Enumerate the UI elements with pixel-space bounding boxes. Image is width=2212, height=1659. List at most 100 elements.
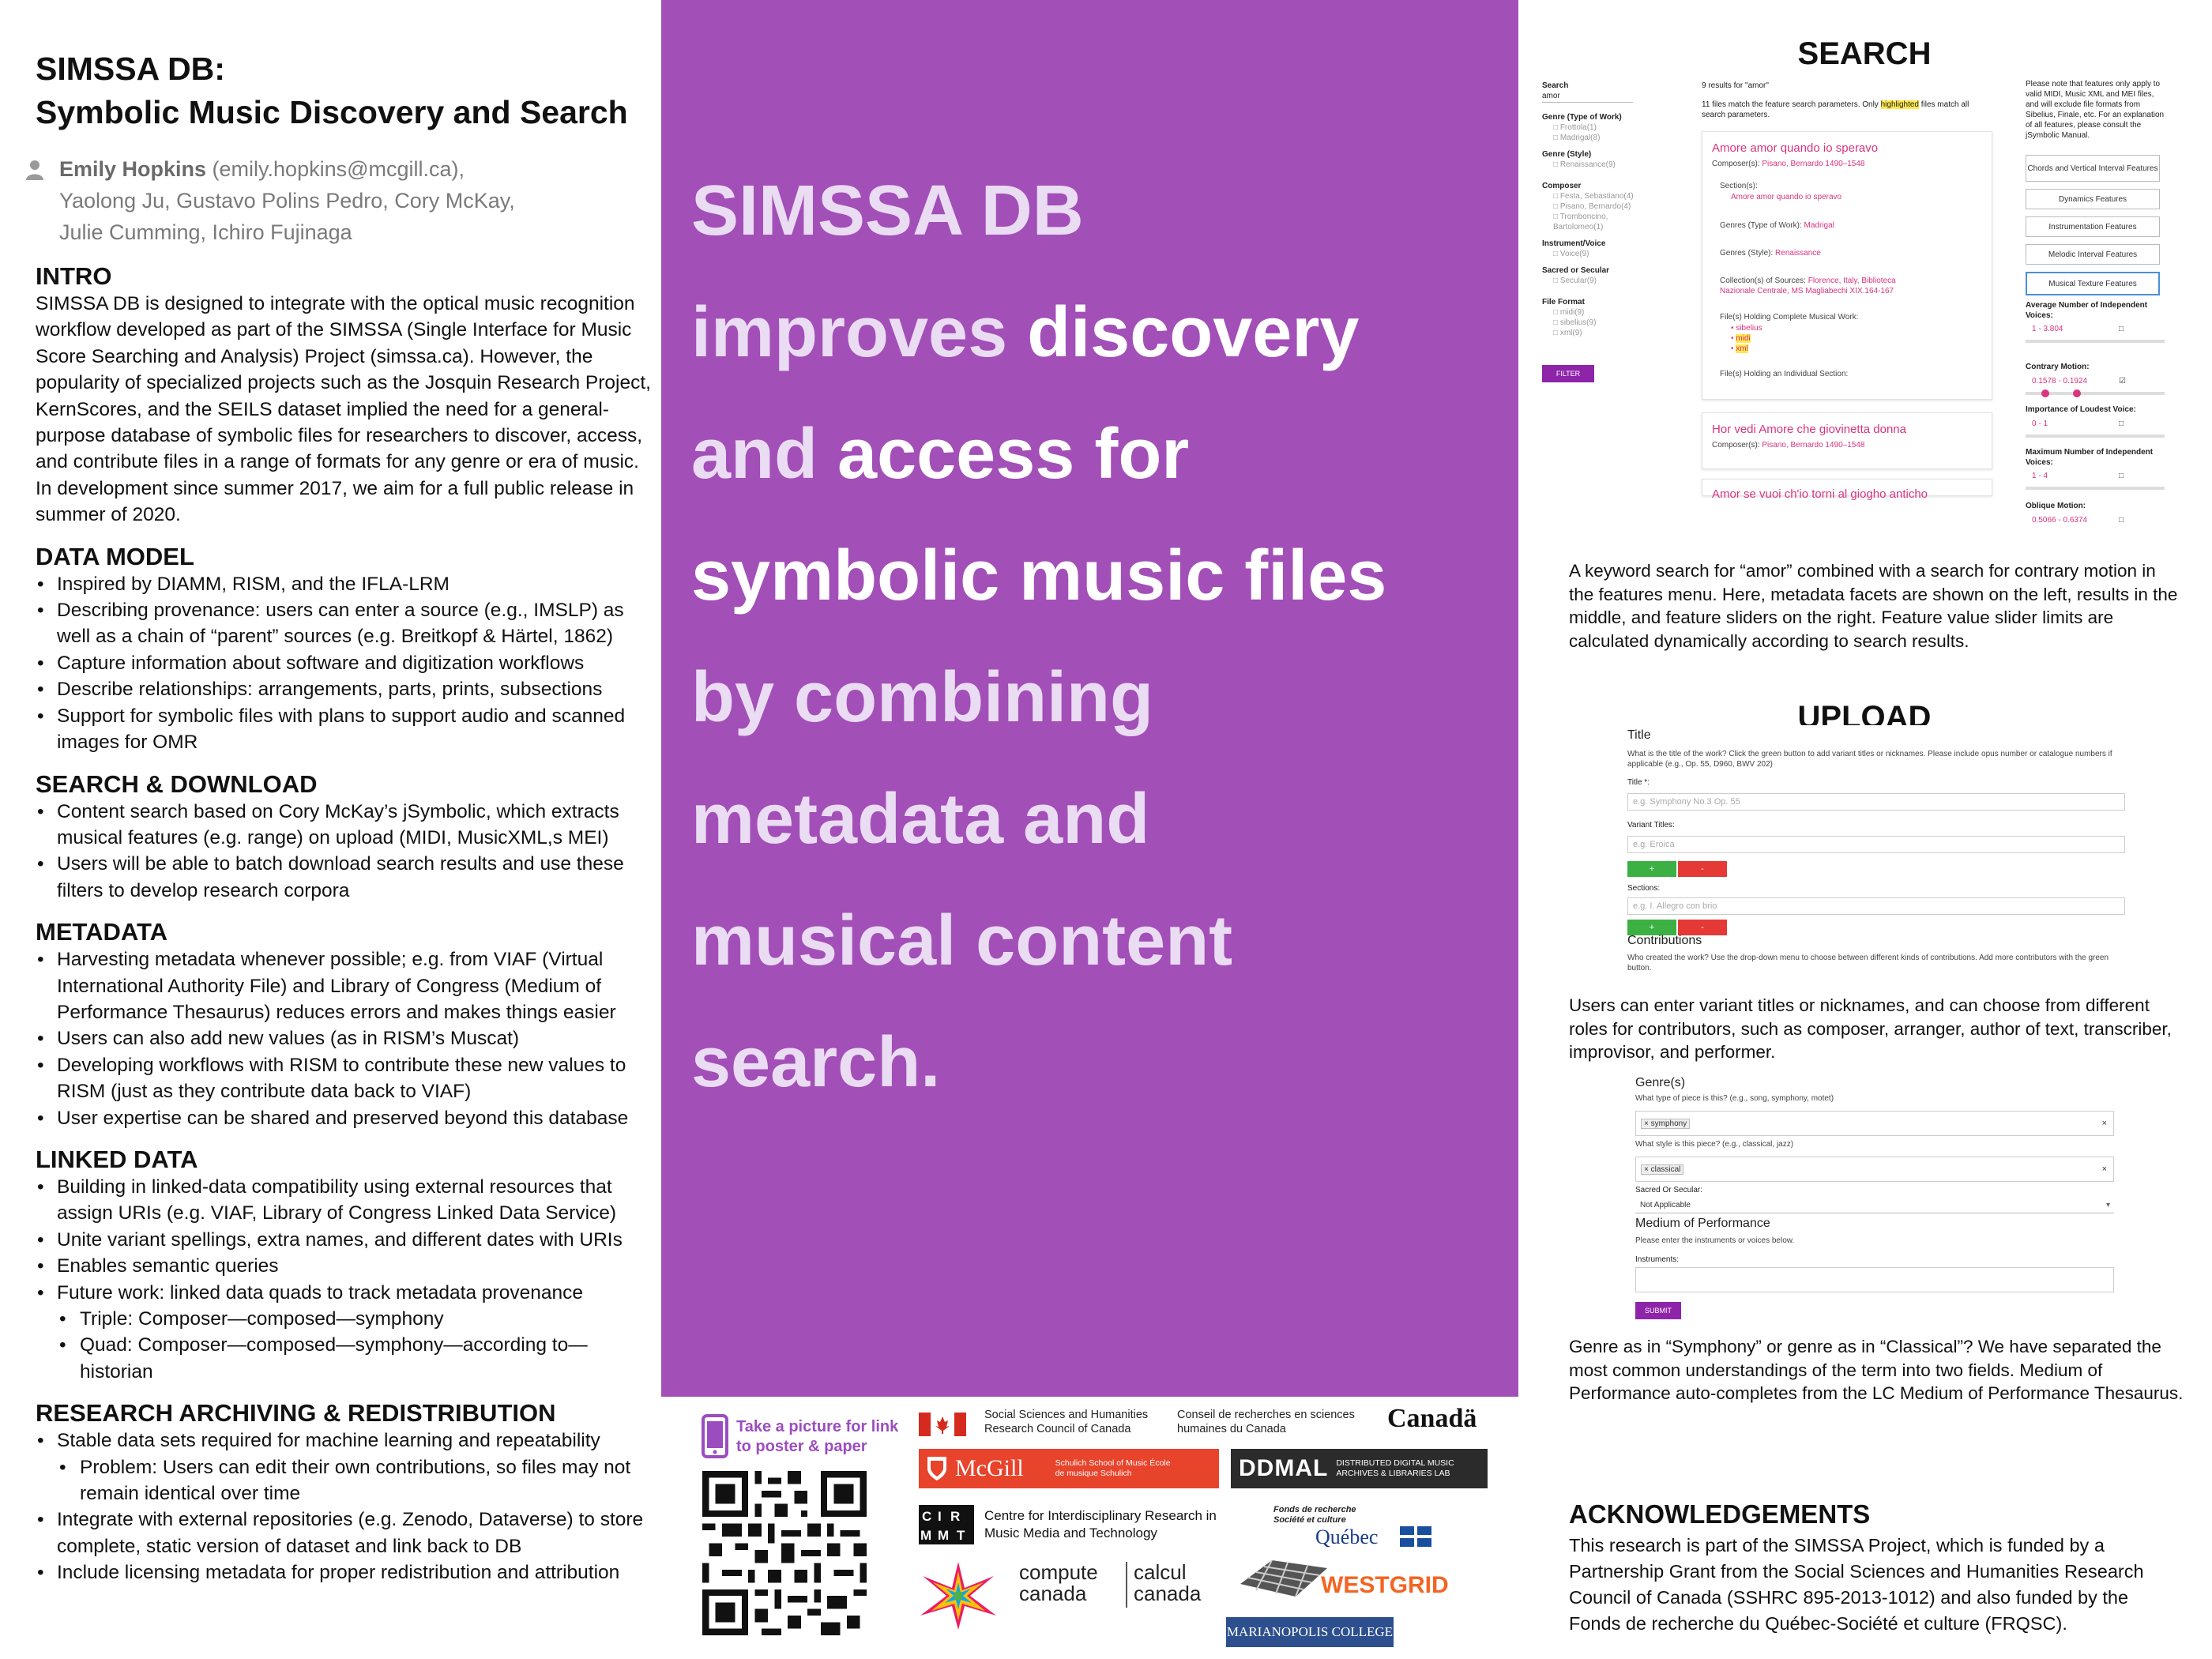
feature-slider[interactable]: [2026, 487, 2165, 490]
remove-variant-button[interactable]: -: [1678, 861, 1727, 877]
instruments-input[interactable]: [1635, 1267, 2114, 1292]
results-note: 11 files match the feature search parame…: [1702, 100, 1986, 120]
file-link[interactable]: sibelius: [1736, 324, 1762, 333]
result-composer[interactable]: Pisano, Bernardo 1490–1548: [1762, 441, 1864, 450]
checkbox-checked[interactable]: ☑: [2119, 376, 2126, 386]
result-title[interactable]: Hor vedi Amore che giovinetta donna: [1712, 423, 1906, 436]
list-item: Inspired by DIAMM, RISM, and the IFLA-LR…: [36, 571, 652, 598]
facet-option[interactable]: sibelius(9): [1560, 318, 1597, 327]
field-label: Composer(s):: [1712, 441, 1760, 450]
feature-slider[interactable]: [2026, 389, 2165, 397]
result-style[interactable]: Renaissance: [1775, 249, 1821, 258]
clear-icon[interactable]: ×: [2102, 1164, 2107, 1174]
list-item: Stable data sets required for machine le…: [36, 1428, 652, 1454]
chevron-down-icon[interactable]: ▾: [2106, 1201, 2110, 1209]
facet-option[interactable]: Voice(9): [1560, 250, 1589, 258]
variant-title-input[interactable]: e.g. Eroica: [1627, 836, 2125, 853]
clear-icon[interactable]: ×: [2102, 1119, 2107, 1128]
svg-text:M: M: [920, 1528, 931, 1543]
facet-option[interactable]: Frottola(1): [1560, 123, 1597, 132]
genre-tag[interactable]: × classical: [1641, 1164, 1684, 1175]
add-section-button[interactable]: +: [1627, 920, 1676, 935]
facet-heading: Instrument/Voice: [1542, 239, 1606, 248]
form-help: Please enter the instruments or voices b…: [1635, 1236, 1795, 1245]
field-label: Sections:: [1627, 884, 1661, 893]
genre-tag[interactable]: × symphony: [1641, 1118, 1691, 1129]
form-section-title: Title: [1627, 728, 1651, 742]
ddmal-logo: DDMAL DISTRIBUTED DIGITAL MUSIC ARCHIVES…: [1231, 1449, 1488, 1488]
facet-option[interactable]: Festa, Sebastiano(4): [1560, 192, 1634, 201]
phone-icon: [702, 1414, 728, 1458]
svg-text:T: T: [957, 1528, 965, 1543]
facet-option[interactable]: Renaissance(9): [1560, 160, 1616, 169]
feature-category-button[interactable]: Chords and Vertical Interval Features: [2026, 155, 2160, 182]
title-input[interactable]: e.g. Symphony No.3 Op. 55: [1627, 793, 2125, 811]
remove-section-button[interactable]: -: [1678, 920, 1727, 935]
result-card[interactable]: Hor vedi Amore che giovinetta donna Comp…: [1702, 412, 1992, 469]
facet-heading: File Format: [1542, 298, 1585, 307]
upload-caption-2: Genre as in “Symphony” or genre as in “C…: [1569, 1337, 2184, 1403]
sub-list-item: Triple: Composer—composed—symphony: [36, 1306, 652, 1333]
feature-category-button[interactable]: Melodic Interval Features: [2026, 244, 2160, 265]
add-variant-button[interactable]: +: [1627, 861, 1676, 877]
genre-type-input[interactable]: × symphony ×: [1635, 1111, 2114, 1136]
feature-slider[interactable]: [2026, 434, 2165, 438]
facet-option[interactable]: midi(9): [1560, 308, 1585, 317]
facet-option[interactable]: Secular(9): [1560, 276, 1597, 285]
checkbox[interactable]: □: [2119, 471, 2124, 481]
search-input[interactable]: amor: [1542, 92, 1633, 103]
linked-data-list: Building in linked-data compatibility us…: [36, 1174, 652, 1385]
key-message-emphasis: access for: [837, 415, 1190, 494]
genre-style-input[interactable]: × classical ×: [1635, 1157, 2114, 1182]
field-label: File(s) Holding Complete Musical Work:: [1720, 313, 1859, 322]
sacred-secular-select[interactable]: Not Applicable: [1635, 1198, 2114, 1213]
search-screenshot: Search amor Genre (Type of Work) □ Frott…: [1542, 76, 2166, 525]
field-label: Collection(s) of Sources:: [1720, 276, 1806, 285]
key-message-line: SIMSSA DB: [691, 171, 1084, 250]
ack-text: This research is part of the SIMSSA Proj…: [1569, 1535, 2144, 1634]
facet-option[interactable]: Tromboncino, Bartolomeo(1): [1553, 213, 1608, 231]
sshrc-logo-en: Social Sciences and Humanities Research …: [984, 1409, 1149, 1435]
file-link[interactable]: xml: [1736, 344, 1748, 353]
westgrid-grid-icon: [1240, 1560, 1327, 1597]
list-item: Users can also add new values (as in RIS…: [36, 1025, 652, 1052]
checkbox[interactable]: □: [2119, 324, 2124, 334]
list-item: User expertise can be shared and preserv…: [36, 1105, 652, 1132]
ack-heading: ACKNOWLEDGEMENTS: [1569, 1499, 1871, 1529]
result-composer[interactable]: Pisano, Bernardo 1490–1548: [1762, 160, 1864, 168]
sections-input[interactable]: e.g. I. Allegro con brio: [1627, 897, 2125, 915]
facet-heading: Genre (Style): [1542, 150, 1592, 159]
lead-author-email: (emily.hopkins@mcgill.ca),: [206, 157, 465, 181]
feature-category-button[interactable]: Instrumentation Features: [2026, 216, 2160, 237]
facet-option[interactable]: Madrigal(8): [1560, 134, 1601, 142]
key-message: SIMSSA DB improves discovery and access …: [691, 150, 1505, 1123]
westgrid-wordmark: WESTGRID: [1321, 1572, 1449, 1598]
upload-caption-1: Users can enter variant titles or nickna…: [1569, 995, 2172, 1062]
result-genre[interactable]: Madrigal: [1804, 221, 1834, 230]
form-help: Who created the work? Use the drop-down …: [1627, 954, 2109, 972]
sshrc-logo-fr: Conseil de recherches en sciences humain…: [1177, 1409, 1355, 1435]
filter-button[interactable]: FILTER: [1542, 365, 1594, 382]
checkbox[interactable]: □: [2119, 419, 2124, 429]
feature-category-button[interactable]: Dynamics Features: [2026, 189, 2160, 209]
submit-button[interactable]: SUBMIT: [1635, 1302, 1681, 1319]
svg-text:I: I: [938, 1509, 942, 1524]
facet-option[interactable]: xml(9): [1560, 329, 1582, 337]
slider-label: Importance of Loudest Voice:: [2026, 405, 2136, 414]
result-card[interactable]: Amore amor quando io speravo Composer(s)…: [1702, 131, 1992, 400]
form-section-title: Genre(s): [1635, 1076, 1686, 1089]
list-item: Users will be able to batch download sea…: [36, 851, 652, 904]
result-title[interactable]: Amor se vuoi ch'io torni al giogho antic…: [1712, 487, 1928, 501]
linked-data-heading: LINKED DATA: [36, 1145, 198, 1173]
feature-category-button-active[interactable]: Musical Texture Features: [2026, 272, 2160, 295]
slider-label: Maximum Number of Independent Voices:: [2026, 448, 2154, 467]
result-card[interactable]: Amor se vuoi ch'io torni al giogho antic…: [1702, 479, 1992, 501]
qr-code-icon[interactable]: [702, 1471, 867, 1635]
checkbox[interactable]: □: [2119, 515, 2124, 525]
feature-slider[interactable]: [2026, 340, 2165, 343]
result-section[interactable]: Amore amor quando io speravo: [1731, 192, 1841, 202]
file-link[interactable]: midi: [1736, 334, 1751, 343]
facet-option[interactable]: Pisano, Bernardo(4): [1560, 202, 1631, 211]
result-title[interactable]: Amore amor quando io speravo: [1712, 141, 1878, 155]
facet-heading: Composer: [1542, 182, 1582, 190]
